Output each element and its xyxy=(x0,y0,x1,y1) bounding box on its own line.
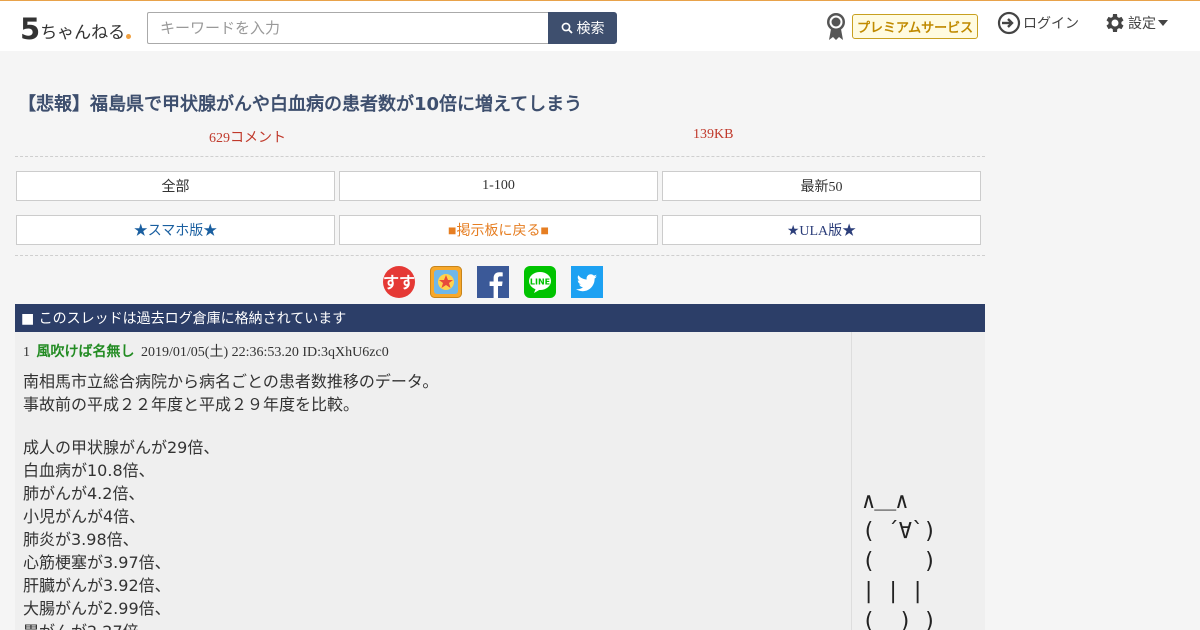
settings-menu[interactable]: 設定 xyxy=(1102,11,1168,35)
ascii-art: ∧＿∧ ( ´∀`) ( ) | | | (__)_) xyxy=(862,489,936,630)
post-line: 肺がんが4.2倍、 xyxy=(23,484,145,503)
search-button-label: 検索 xyxy=(576,21,605,37)
divider xyxy=(15,255,985,256)
facebook-icon xyxy=(477,266,509,298)
divider xyxy=(15,156,985,157)
post-line: 胃がんが2.27倍、 xyxy=(23,620,438,630)
sukisuki-icon: すす xyxy=(383,266,415,298)
post-line: 南相馬市立総合病院から病名ごとの患者数推移のデータ。 xyxy=(23,372,439,391)
post-line: 大腸がんが2.99倍、 xyxy=(23,599,171,618)
line-icon: LINE xyxy=(524,266,556,298)
view-range-button[interactable]: 1-100 xyxy=(339,171,658,201)
back-to-board-button[interactable]: ■掲示板に戻る■ xyxy=(339,215,658,245)
post-line: 成人の甲状腺がんが29倍、 xyxy=(23,438,220,457)
login-icon xyxy=(997,11,1021,35)
ula-version-button[interactable]: ★ULA版★ xyxy=(662,215,981,245)
line-share-button[interactable]: LINE xyxy=(524,266,556,298)
view-all-button[interactable]: 全部 xyxy=(16,171,335,201)
post-line: 事故前の平成２２年度と平成２９年度を比較。 xyxy=(23,395,360,414)
logo-number: 5 xyxy=(20,12,40,46)
premium-service-label: プレミアムサービス xyxy=(852,13,979,39)
chevron-down-icon xyxy=(1158,20,1168,26)
logo-text: ちゃんねる xyxy=(40,23,126,43)
post-date: 2019/01/05(土) 22:36:53.20 xyxy=(141,345,299,360)
login-label: ログイン xyxy=(1023,16,1079,32)
twitter-icon xyxy=(571,266,603,298)
search-button[interactable]: 検索 xyxy=(548,12,617,44)
facebook-share-button[interactable] xyxy=(477,266,509,298)
logo-dot xyxy=(126,34,132,39)
poster-id[interactable]: ID:3qXhU6zc0 xyxy=(302,345,388,360)
site-logo[interactable]: 5 ちゃんねる xyxy=(20,10,132,46)
post-line: 肺炎が3.98倍、 xyxy=(23,530,139,549)
site-header: 5 ちゃんねる 検索 プレミアムサービス ログイン 設定 xyxy=(0,0,1200,51)
post-line-gap xyxy=(23,416,438,436)
thread-title: 【悲報】福島県で甲状腺がんや白血病の患者数が10倍に増えてしまう xyxy=(18,94,583,115)
poster-name: 風吹けば名無し xyxy=(36,344,135,360)
view-latest-button[interactable]: 最新50 xyxy=(662,171,981,201)
search-bar: 検索 xyxy=(147,12,617,44)
sukisuki-share-button[interactable]: すす xyxy=(383,266,415,298)
svg-text:すす: すす xyxy=(383,273,415,292)
post-header: 1 風吹けば名無し 2019/01/05(土) 22:36:53.20 ID:3… xyxy=(23,341,389,361)
archive-notice: ■ このスレッドは過去ログ倉庫に格納されています xyxy=(15,304,985,332)
app-share-button[interactable] xyxy=(430,266,462,298)
settings-label: 設定 xyxy=(1128,16,1156,32)
premium-service-link[interactable]: プレミアムサービス xyxy=(824,11,979,41)
post-body: 南相馬市立総合病院から病名ごとの患者数推移のデータ。 事故前の平成２２年度と平成… xyxy=(23,370,438,630)
smartphone-version-button[interactable]: ★スマホ版★ xyxy=(16,215,335,245)
app-icon xyxy=(430,266,462,298)
search-input[interactable] xyxy=(147,12,548,44)
login-link[interactable]: ログイン xyxy=(997,11,1079,35)
post-line: 小児がんが4倍、 xyxy=(23,507,146,526)
post-line: 白血病が10.8倍、 xyxy=(23,461,155,480)
comment-count: 629コメント xyxy=(209,131,286,146)
twitter-share-button[interactable] xyxy=(571,266,603,298)
post-container: 1 風吹けば名無し 2019/01/05(土) 22:36:53.20 ID:3… xyxy=(15,332,851,630)
post-number[interactable]: 1 xyxy=(23,345,30,360)
gear-icon xyxy=(1106,14,1124,32)
post-line: 心筋梗塞が3.97倍、 xyxy=(23,553,171,572)
search-icon xyxy=(561,22,573,34)
svg-text:LINE: LINE xyxy=(530,278,550,287)
post-line: 肝臓がんが3.92倍、 xyxy=(23,576,171,595)
award-icon xyxy=(824,11,848,41)
thread-size: 139KB xyxy=(693,127,734,142)
